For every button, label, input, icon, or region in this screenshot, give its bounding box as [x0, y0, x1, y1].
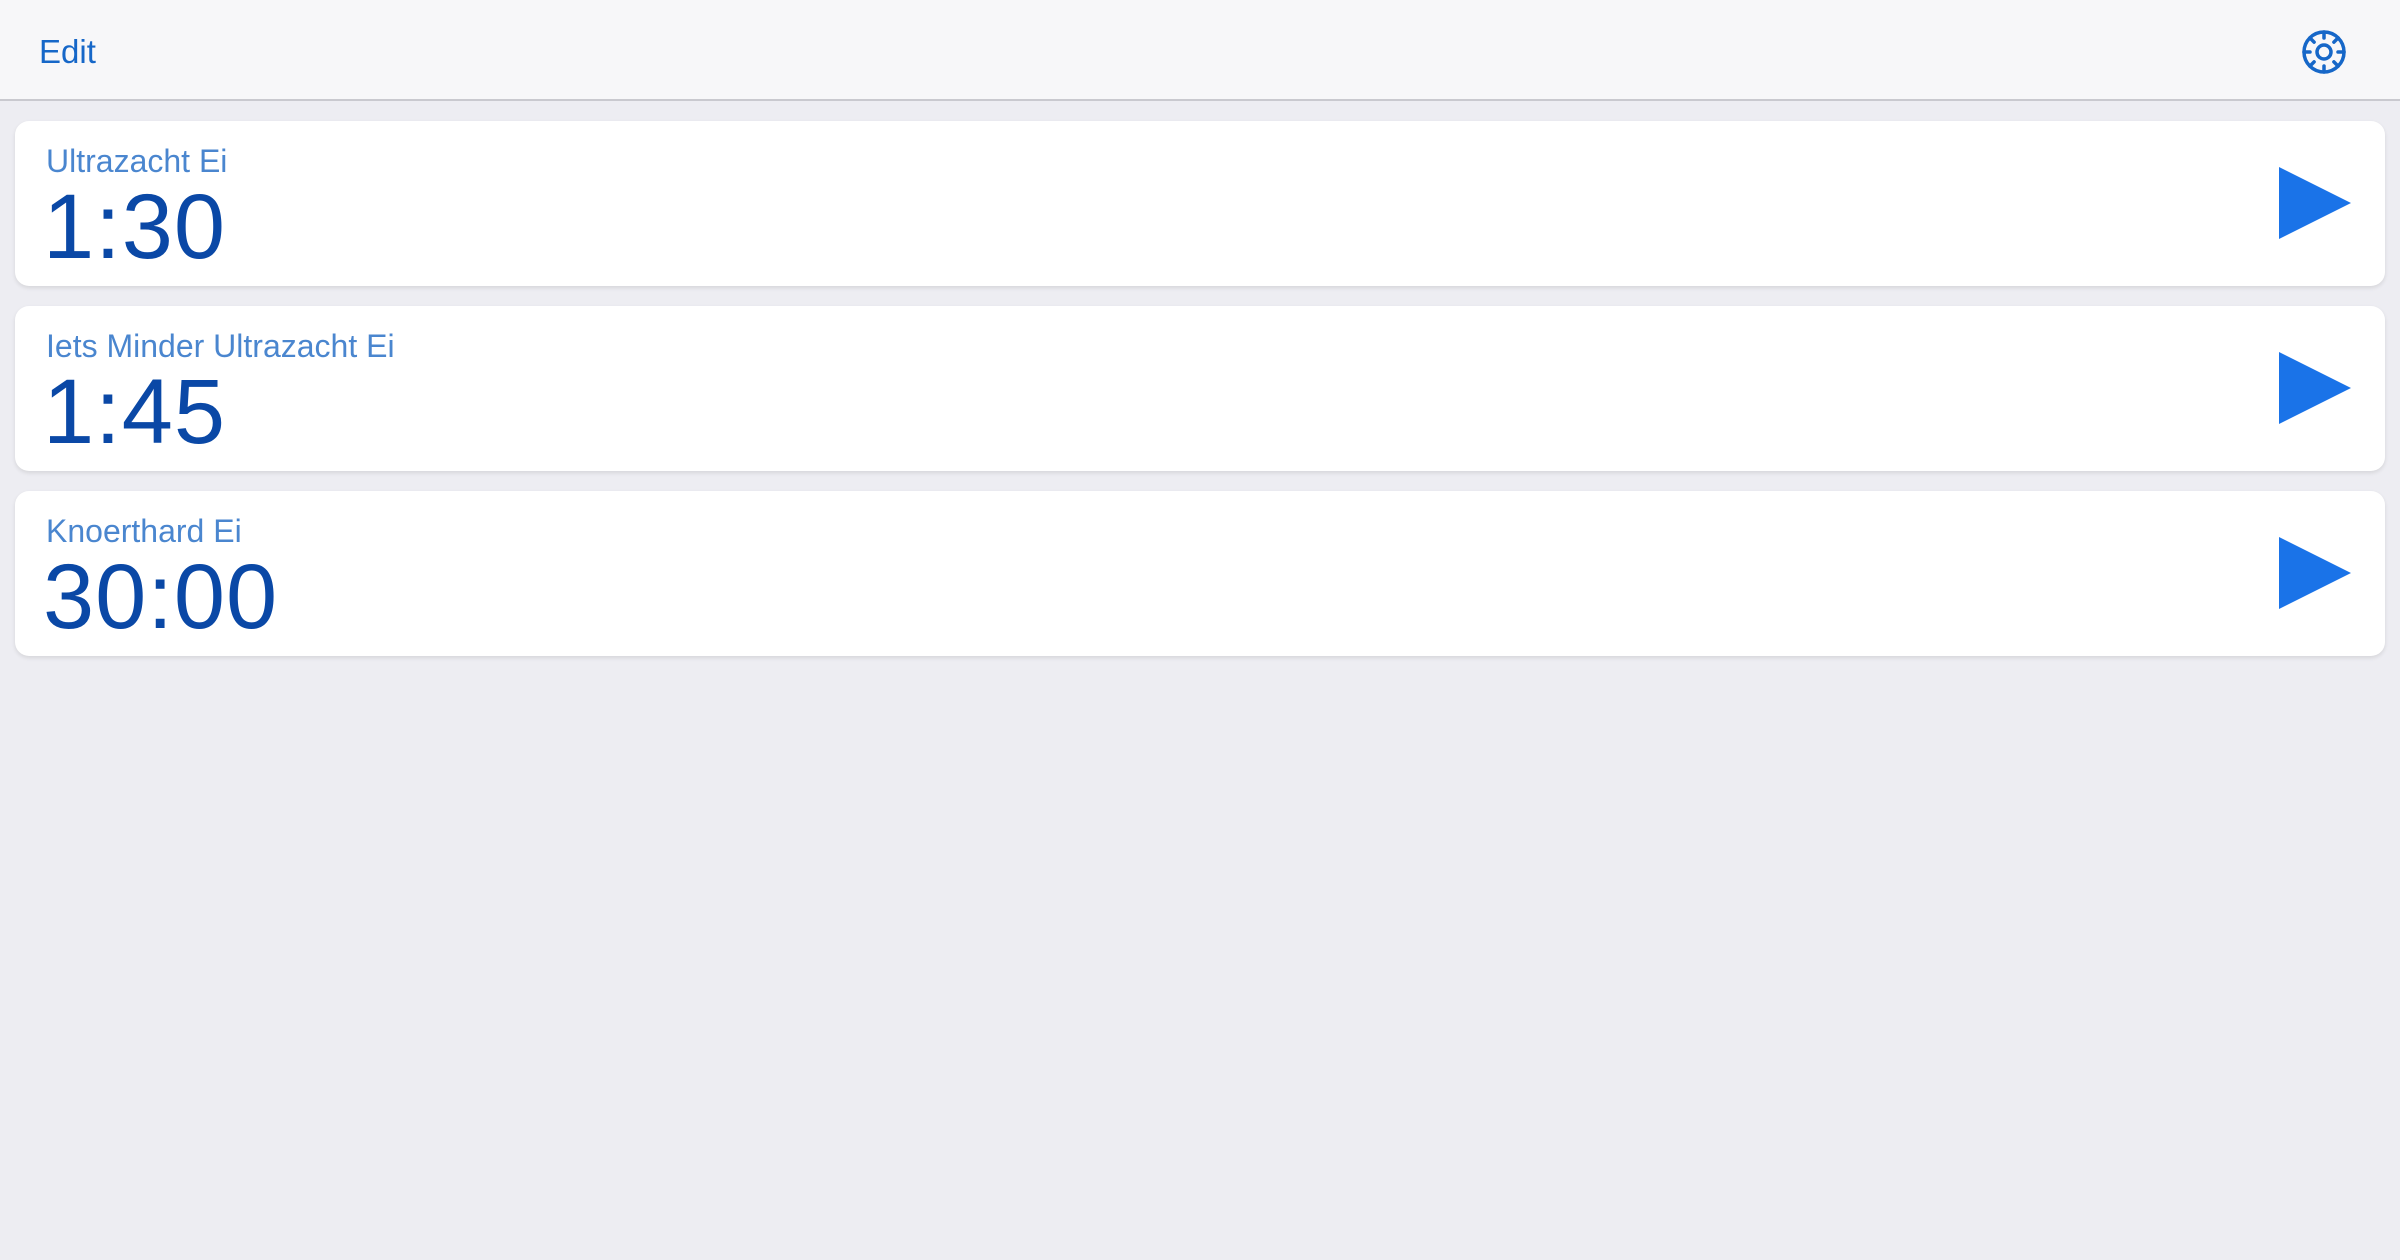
- play-icon: [2275, 348, 2355, 428]
- gear-icon: [2298, 26, 2350, 78]
- timer-duration: 30:00: [43, 546, 279, 648]
- timer-row[interactable]: Knoerthard Ei 30:00: [15, 491, 2385, 656]
- timer-name: Ultrazacht Ei: [46, 143, 228, 179]
- play-button[interactable]: [2275, 533, 2355, 613]
- navigation-bar: Edit: [0, 0, 2400, 101]
- timer-name: Knoerthard Ei: [46, 513, 242, 549]
- timer-list: Ultrazacht Ei 1:30 Iets Minder Ultrazach…: [15, 121, 2385, 676]
- timer-duration: 1:45: [43, 361, 227, 463]
- play-icon: [2275, 163, 2355, 243]
- edit-button[interactable]: Edit: [39, 32, 96, 72]
- play-icon: [2275, 533, 2355, 613]
- play-button[interactable]: [2275, 348, 2355, 428]
- timer-duration: 1:30: [43, 176, 227, 278]
- timer-row[interactable]: Ultrazacht Ei 1:30: [15, 121, 2385, 286]
- timer-row[interactable]: Iets Minder Ultrazacht Ei 1:45: [15, 306, 2385, 471]
- settings-button[interactable]: [2298, 26, 2350, 78]
- timer-name: Iets Minder Ultrazacht Ei: [46, 328, 395, 364]
- play-button[interactable]: [2275, 163, 2355, 243]
